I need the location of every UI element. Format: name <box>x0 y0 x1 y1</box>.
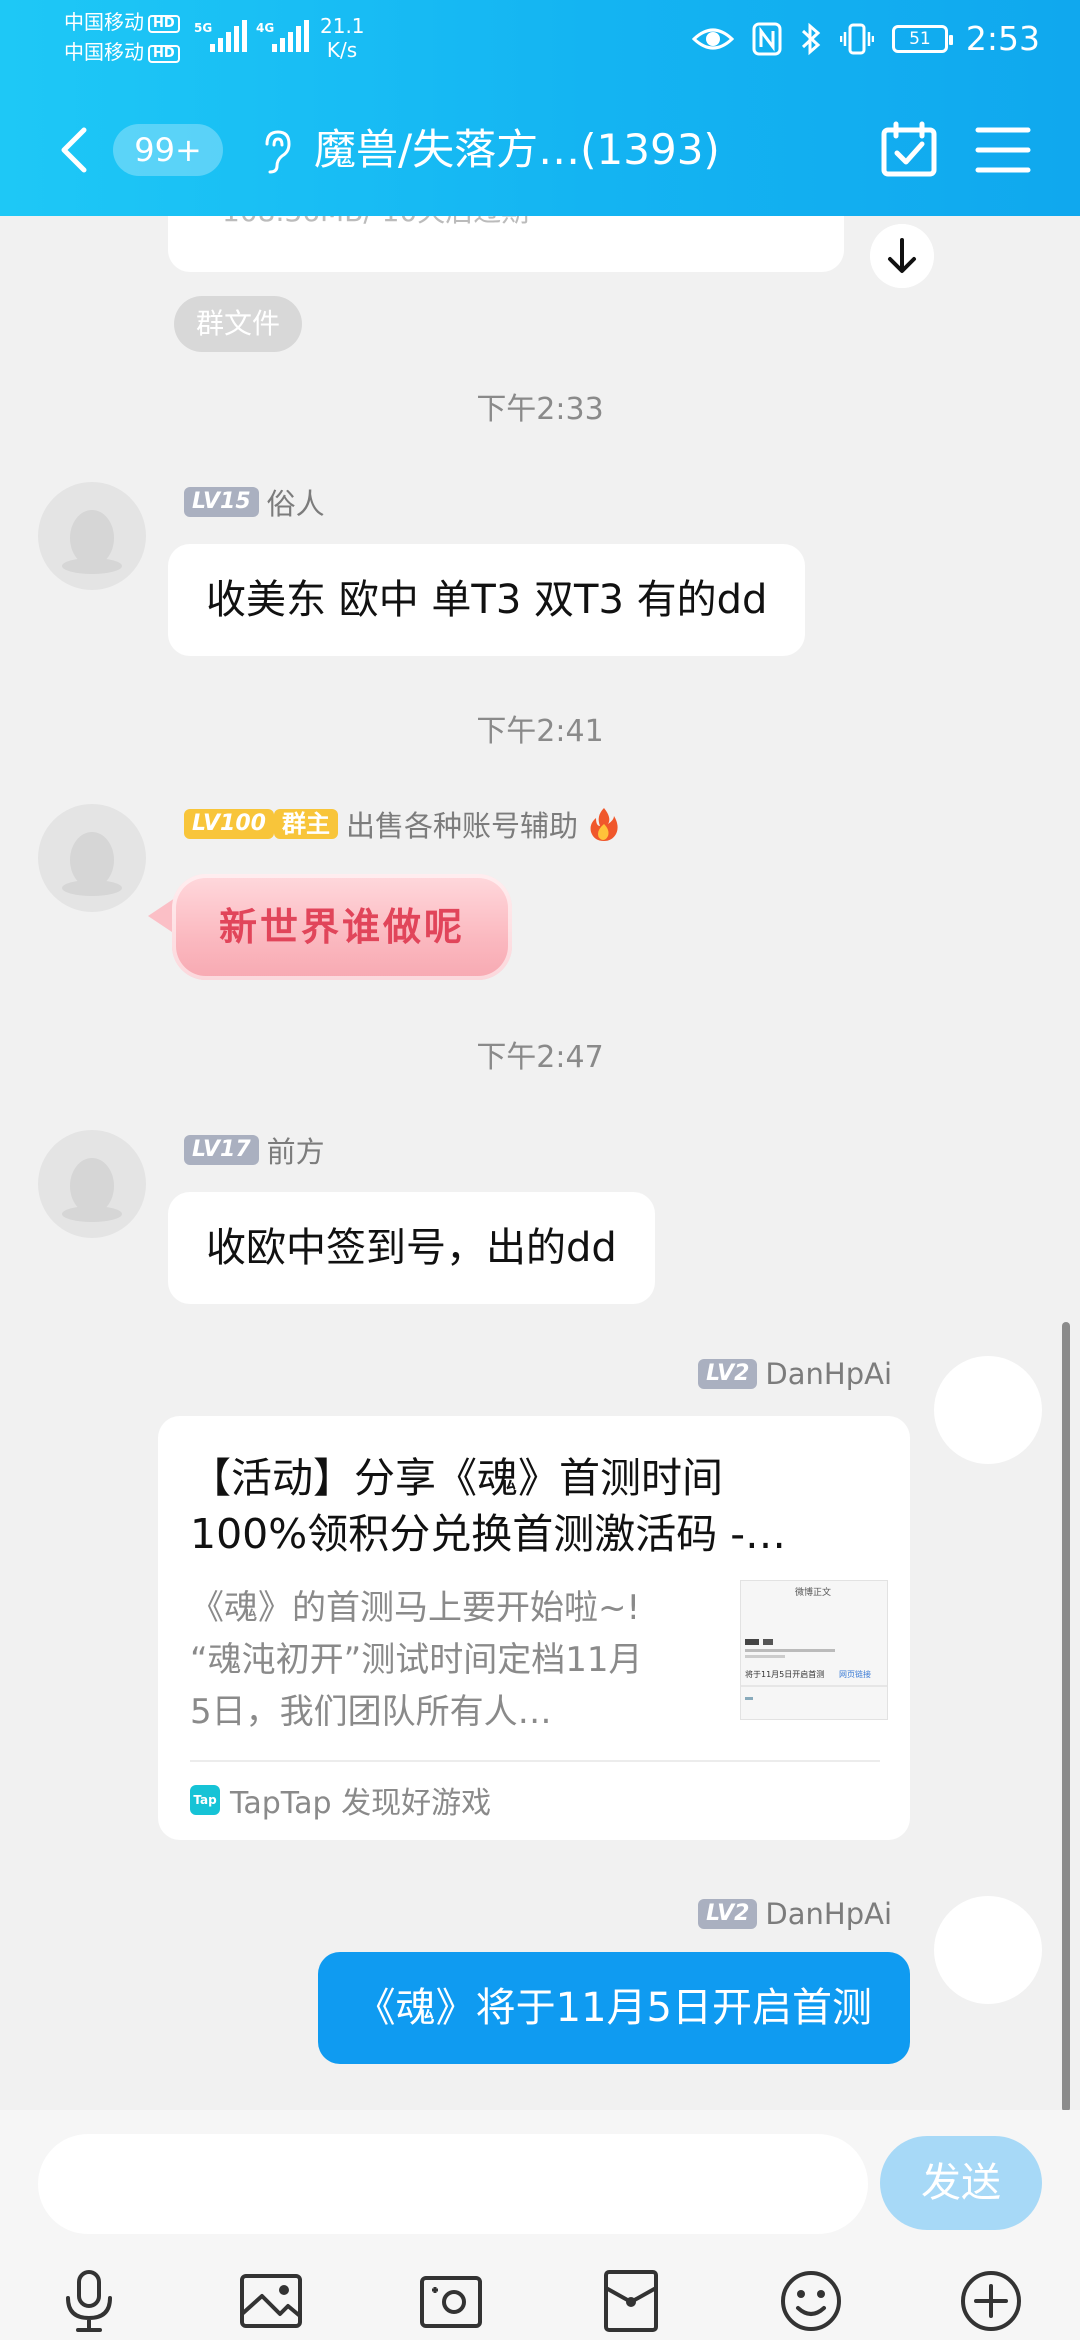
camera-icon[interactable] <box>416 2266 486 2336</box>
vibrate-icon <box>839 23 874 55</box>
hd-badge-2: HD <box>148 44 180 63</box>
timestamp: 下午2:41 <box>476 714 604 749</box>
link-card-desc-line3: 5日，我们团队所有人… <box>190 1692 552 1732</box>
sender-name[interactable]: 出售各种账号辅助 <box>346 803 578 845</box>
thumbnail-image: 微博正文 将于11月5日开启首测 网页链接 <box>741 1581 887 1719</box>
chat-area[interactable]: 108.36MB/ 10天后过期 群文件 下午2:33 LV15 俗人 收美东 … <box>0 216 1080 2110</box>
carrier-1-name: 中国移动 <box>64 10 144 34</box>
link-card-title-line2: 100%领积分兑换首测激活码 -… <box>190 1510 787 1558</box>
signal-5g-icon: 5G <box>194 20 247 52</box>
level-badge: LV100 <box>184 809 274 839</box>
taptap-logo-icon: Tap <box>190 1785 220 1815</box>
toolbar <box>0 2260 1080 2340</box>
hamburger-menu-icon[interactable] <box>974 124 1032 176</box>
chat-scrollbar[interactable] <box>1062 1322 1070 2110</box>
avatar[interactable] <box>38 482 146 590</box>
sender-name[interactable]: 俗人 <box>267 481 325 523</box>
sender-name[interactable]: 前方 <box>267 1129 325 1171</box>
red-packet-icon[interactable] <box>596 2266 666 2336</box>
nfc-icon <box>752 22 782 56</box>
level-badge: LV2 <box>698 1899 758 1929</box>
message-input[interactable] <box>38 2134 868 2234</box>
avatar[interactable] <box>38 804 146 912</box>
link-card-title-line1: 【活动】分享《魂》首测时间 <box>190 1454 723 1502</box>
battery-icon: 51 <box>891 25 953 53</box>
signal-4g-icon: 4G <box>256 20 309 52</box>
sender-name[interactable]: DanHpAi <box>765 1897 892 1931</box>
own-avatar[interactable] <box>934 1356 1042 1464</box>
download-button[interactable] <box>870 224 934 288</box>
timestamp: 下午2:47 <box>476 1040 604 1075</box>
speed-value: 21.1 <box>320 14 365 38</box>
link-card-desc-line2: “魂沌初开”测试时间定档11月 <box>190 1640 643 1680</box>
microphone-icon[interactable] <box>54 2266 124 2336</box>
penguin-avatar-icon <box>62 832 122 896</box>
own-avatar[interactable] <box>934 1896 1042 2004</box>
sender-meta: LV2 DanHpAi <box>698 1896 892 1932</box>
calendar-check-icon[interactable] <box>880 120 938 180</box>
carrier-1: 中国移动 HD <box>64 10 180 34</box>
status-right: 51 2:53 <box>691 14 1040 64</box>
level-badge: LV15 <box>184 487 259 517</box>
link-card-divider <box>190 1760 880 1762</box>
carrier-2-name: 中国移动 <box>64 40 144 64</box>
own-message-bubble[interactable]: 《魂》将于11月5日开启首测 <box>317 1952 910 2064</box>
link-card-source-text: TapTap 发现好游戏 <box>230 1786 492 1821</box>
unread-count-badge[interactable]: 99+ <box>113 124 223 176</box>
sender-meta: LV15 俗人 <box>184 481 325 523</box>
status-time: 2:53 <box>965 19 1040 58</box>
flame-icon <box>590 808 618 841</box>
avatar[interactable] <box>38 1130 146 1238</box>
message-bubble[interactable]: 收欧中签到号，出的dd <box>168 1192 655 1304</box>
bluetooth-icon <box>801 22 821 56</box>
input-bar: 发送 <box>0 2110 1080 2340</box>
timestamp: 下午2:33 <box>476 392 604 427</box>
link-card-desc-line1: 《魂》的首测马上要开始啦~! <box>190 1588 641 1628</box>
image-icon[interactable] <box>236 2266 306 2336</box>
file-card[interactable]: 108.36MB/ 10天后过期 <box>168 216 844 272</box>
send-button[interactable]: 发送 <box>880 2136 1042 2230</box>
shared-link-card[interactable]: 【活动】分享《魂》首测时间 100%领积分兑换首测激活码 -… 《魂》的首测马上… <box>158 1416 910 1840</box>
battery-level: 51 <box>909 29 931 49</box>
group-file-tag[interactable]: 群文件 <box>174 296 303 352</box>
back-button[interactable] <box>48 122 102 178</box>
sender-name[interactable]: DanHpAi <box>765 1357 892 1391</box>
link-card-title: 【活动】分享《魂》首测时间 100%领积分兑换首测激活码 -… <box>190 1450 880 1562</box>
link-card-thumbnail: 微博正文 将于11月5日开启首测 网页链接 <box>740 1580 888 1720</box>
owner-badge: 群主 <box>273 809 338 839</box>
carrier-2: 中国移动 HD <box>64 40 180 64</box>
plus-circle-icon[interactable] <box>956 2266 1026 2336</box>
link-card-description: 《魂》的首测马上要开始啦~! “魂沌初开”测试时间定档11月 5日，我们团队所有… <box>190 1582 710 1738</box>
eye-icon <box>691 28 734 50</box>
top-bar: 中国移动 HD 中国移动 HD 5G 4G 21.1 K/s 51 2:53 9… <box>0 0 1080 216</box>
level-badge: LV17 <box>184 1135 259 1165</box>
network-speed: 21.1 K/s <box>320 14 365 62</box>
thumb-line: 将于11月5日开启首测 <box>745 1669 824 1679</box>
network-type-1: 5G <box>194 21 212 35</box>
link-card-source: Tap TapTap 发现好游戏 <box>190 1772 491 1828</box>
emoji-icon[interactable] <box>776 2266 846 2336</box>
sender-meta: LV17 前方 <box>184 1129 325 1171</box>
penguin-avatar-icon <box>62 510 122 574</box>
sticker-bubble[interactable]: 新世界谁做呢 <box>172 874 512 980</box>
hd-badge-1: HD <box>148 14 180 33</box>
message-bubble[interactable]: 收美东 欧中 单T3 双T3 有的dd <box>168 544 806 656</box>
sender-meta: LV100 群主 出售各种账号辅助 <box>184 803 622 845</box>
penguin-avatar-icon <box>62 1158 122 1222</box>
chat-title[interactable]: 魔兽/失落方…(1393) <box>314 122 720 178</box>
nav-bar: 99+ 魔兽/失落方…(1393) <box>0 100 1080 200</box>
ear-icon[interactable] <box>257 126 297 176</box>
status-bar: 中国移动 HD 中国移动 HD 5G 4G 21.1 K/s 51 2:53 <box>0 0 1080 78</box>
thumb-header: 微博正文 <box>795 1586 831 1598</box>
thumb-link: 网页链接 <box>839 1669 871 1679</box>
speed-unit: K/s <box>326 38 358 62</box>
level-badge: LV2 <box>698 1359 758 1389</box>
network-type-2: 4G <box>256 21 274 35</box>
file-card-info: 108.36MB/ 10天后过期 <box>222 216 529 232</box>
sender-meta: LV2 DanHpAi <box>698 1356 892 1392</box>
